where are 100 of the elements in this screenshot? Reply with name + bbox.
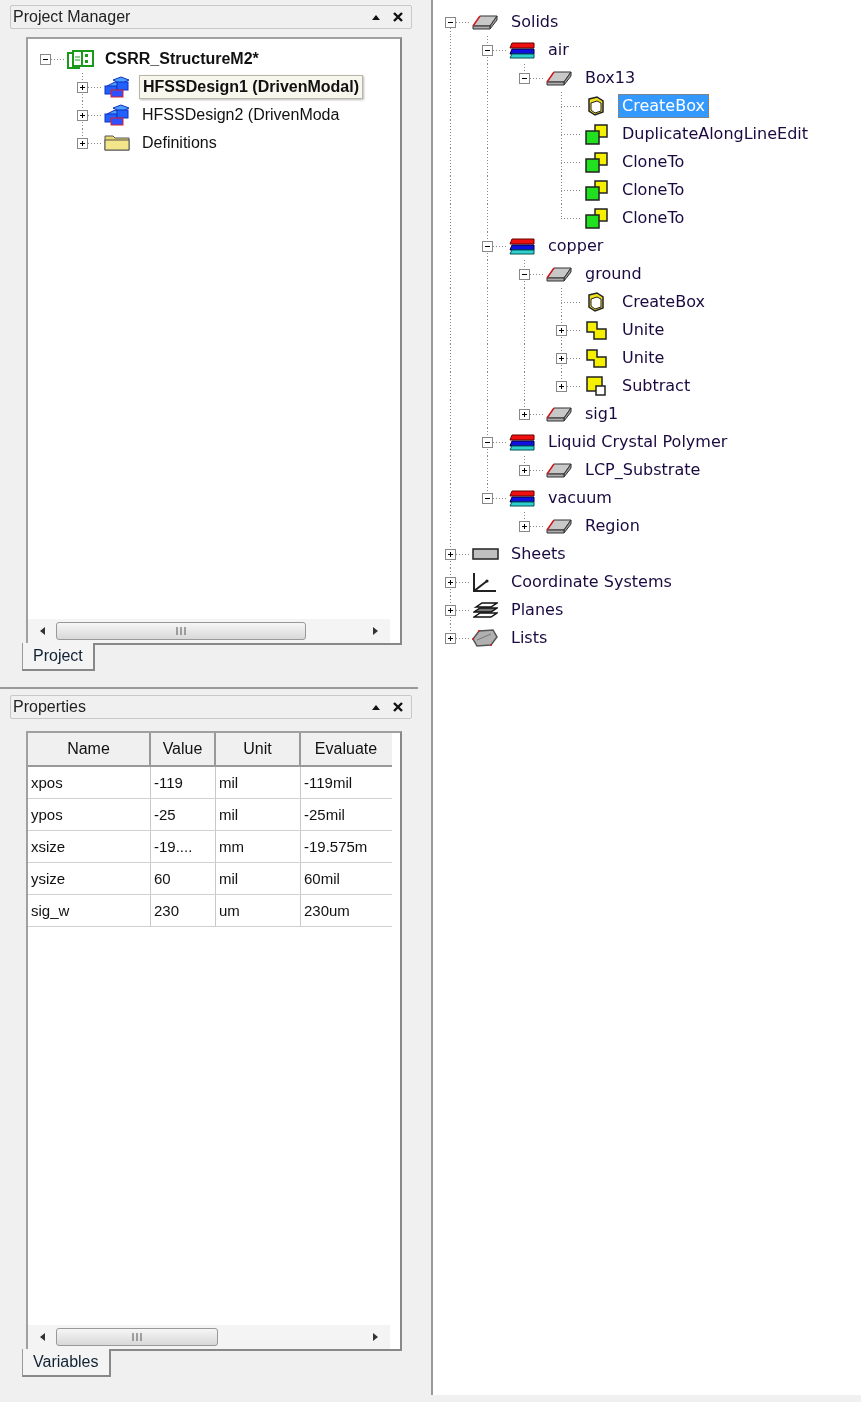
document-stack-icon [66,49,94,69]
tree-item[interactable]: ground [581,262,646,286]
table-cell: 230 [151,895,216,926]
table-cell: -25 [151,799,216,830]
subtract-icon [586,376,606,396]
table-cell-text: 230um [303,901,351,921]
box-icon [472,14,498,30]
table-cell: ysize [28,863,151,894]
step-shape-icon [585,348,607,368]
folder-icon [104,135,130,151]
collapse-icon[interactable] [371,703,381,711]
tree-item[interactable]: vacuum [544,486,616,510]
tree-item[interactable]: Coordinate Systems [507,570,676,594]
table-cell-text: -25mil [303,805,346,825]
table-cell: mil [216,767,301,798]
expander-icon[interactable] [556,324,567,336]
box-icon [546,406,572,422]
table-cell: sig_w [28,895,151,926]
tree-item[interactable]: CloneTo [618,206,689,230]
tree-item[interactable]: Planes [507,598,568,622]
tree-item[interactable]: Unite [618,346,669,370]
rectangle-icon [471,548,499,560]
squares-icon [584,151,608,173]
expander-icon[interactable] [40,53,51,65]
expander-icon[interactable] [482,44,493,56]
expander-icon[interactable] [519,268,530,280]
tree-item[interactable]: LCP_Substrate [581,458,705,482]
table-cell: xpos [28,767,151,798]
layers-icon [509,489,535,507]
tree-item[interactable]: CloneTo [618,150,689,174]
scroll-right-icon[interactable] [372,626,380,636]
cube-icon [588,292,604,312]
layers-icon [509,433,535,451]
expander-icon[interactable] [482,240,493,252]
table-cell: -119 [151,767,216,798]
scroll-left-icon[interactable] [38,1332,46,1342]
scrollbar-thumb[interactable] [56,1328,218,1346]
expander-icon[interactable] [445,548,456,560]
expander-icon[interactable] [77,81,88,93]
table-cell: xsize [28,831,151,862]
table-cell: um [216,895,301,926]
tree-item[interactable]: HFSSDesign1 (DrivenModal) [139,75,364,99]
tree-item[interactable]: air [544,38,573,62]
column-header[interactable]: Value [151,733,216,765]
tab[interactable]: Variables [22,1349,111,1377]
tree-item[interactable]: HFSSDesign2 (DrivenModa [139,104,343,126]
expander-icon[interactable] [445,632,456,644]
scroll-left-icon[interactable] [38,626,46,636]
squares-icon [584,179,608,201]
expander-icon[interactable] [445,604,456,616]
expander-icon[interactable] [519,464,530,476]
expander-icon[interactable] [556,352,567,364]
tree-item[interactable]: Definitions [139,132,220,154]
tree-item[interactable]: Sheets [507,542,570,566]
expander-icon[interactable] [519,72,530,84]
column-header[interactable]: Unit [216,733,301,765]
expander-icon[interactable] [77,137,88,149]
tree-item[interactable]: Box13 [581,66,640,90]
tree-item[interactable]: Unite [618,318,669,342]
table-cell: mil [216,863,301,894]
expander-icon[interactable] [77,109,88,121]
tree-item[interactable]: sig1 [581,402,623,426]
tab[interactable]: Project [22,643,95,671]
tree-item[interactable]: CloneTo [618,178,689,202]
box-icon [546,518,572,534]
tree-item[interactable]: copper [544,234,608,258]
cubes-icon [104,104,130,126]
tree-item[interactable]: Solids [507,10,563,34]
box-icon [546,266,572,282]
tree-item[interactable]: Region [581,514,644,538]
close-icon[interactable] [393,702,403,712]
layers-icon [509,41,535,59]
column-header[interactable]: Evaluate [301,733,391,765]
expander-icon[interactable] [482,436,493,448]
scrollbar-thumb[interactable] [56,622,306,640]
table-cell: mm [216,831,301,862]
table-cell: ypos [28,799,151,830]
table-cell: mil [216,799,301,830]
tree-item[interactable]: Liquid Crystal Polymer [544,430,732,454]
close-icon[interactable] [393,12,403,22]
horizontal-scrollbar[interactable] [28,1325,390,1349]
tree-item[interactable]: DuplicateAlongLineEdit [618,122,813,146]
horizontal-scrollbar[interactable] [28,619,390,643]
scroll-right-icon[interactable] [372,1332,380,1342]
table-cell-text: -19.575m [303,837,369,857]
tree-item[interactable]: Subtract [618,374,695,398]
expander-icon[interactable] [445,16,456,28]
expander-icon[interactable] [519,520,530,532]
column-header[interactable]: Name [28,733,151,765]
tree-item[interactable]: CreateBox [618,290,709,314]
cube-icon [588,96,604,116]
expander-icon[interactable] [519,408,530,420]
expander-icon[interactable] [445,576,456,588]
expander-icon[interactable] [482,492,493,504]
tree-item[interactable]: Lists [507,626,552,650]
tree-item[interactable]: CSRR_StructureM2* [102,48,262,70]
squares-icon [584,123,608,145]
expander-icon[interactable] [556,380,567,392]
collapse-icon[interactable] [371,13,381,21]
table-cell-text: -119mil [303,773,354,793]
